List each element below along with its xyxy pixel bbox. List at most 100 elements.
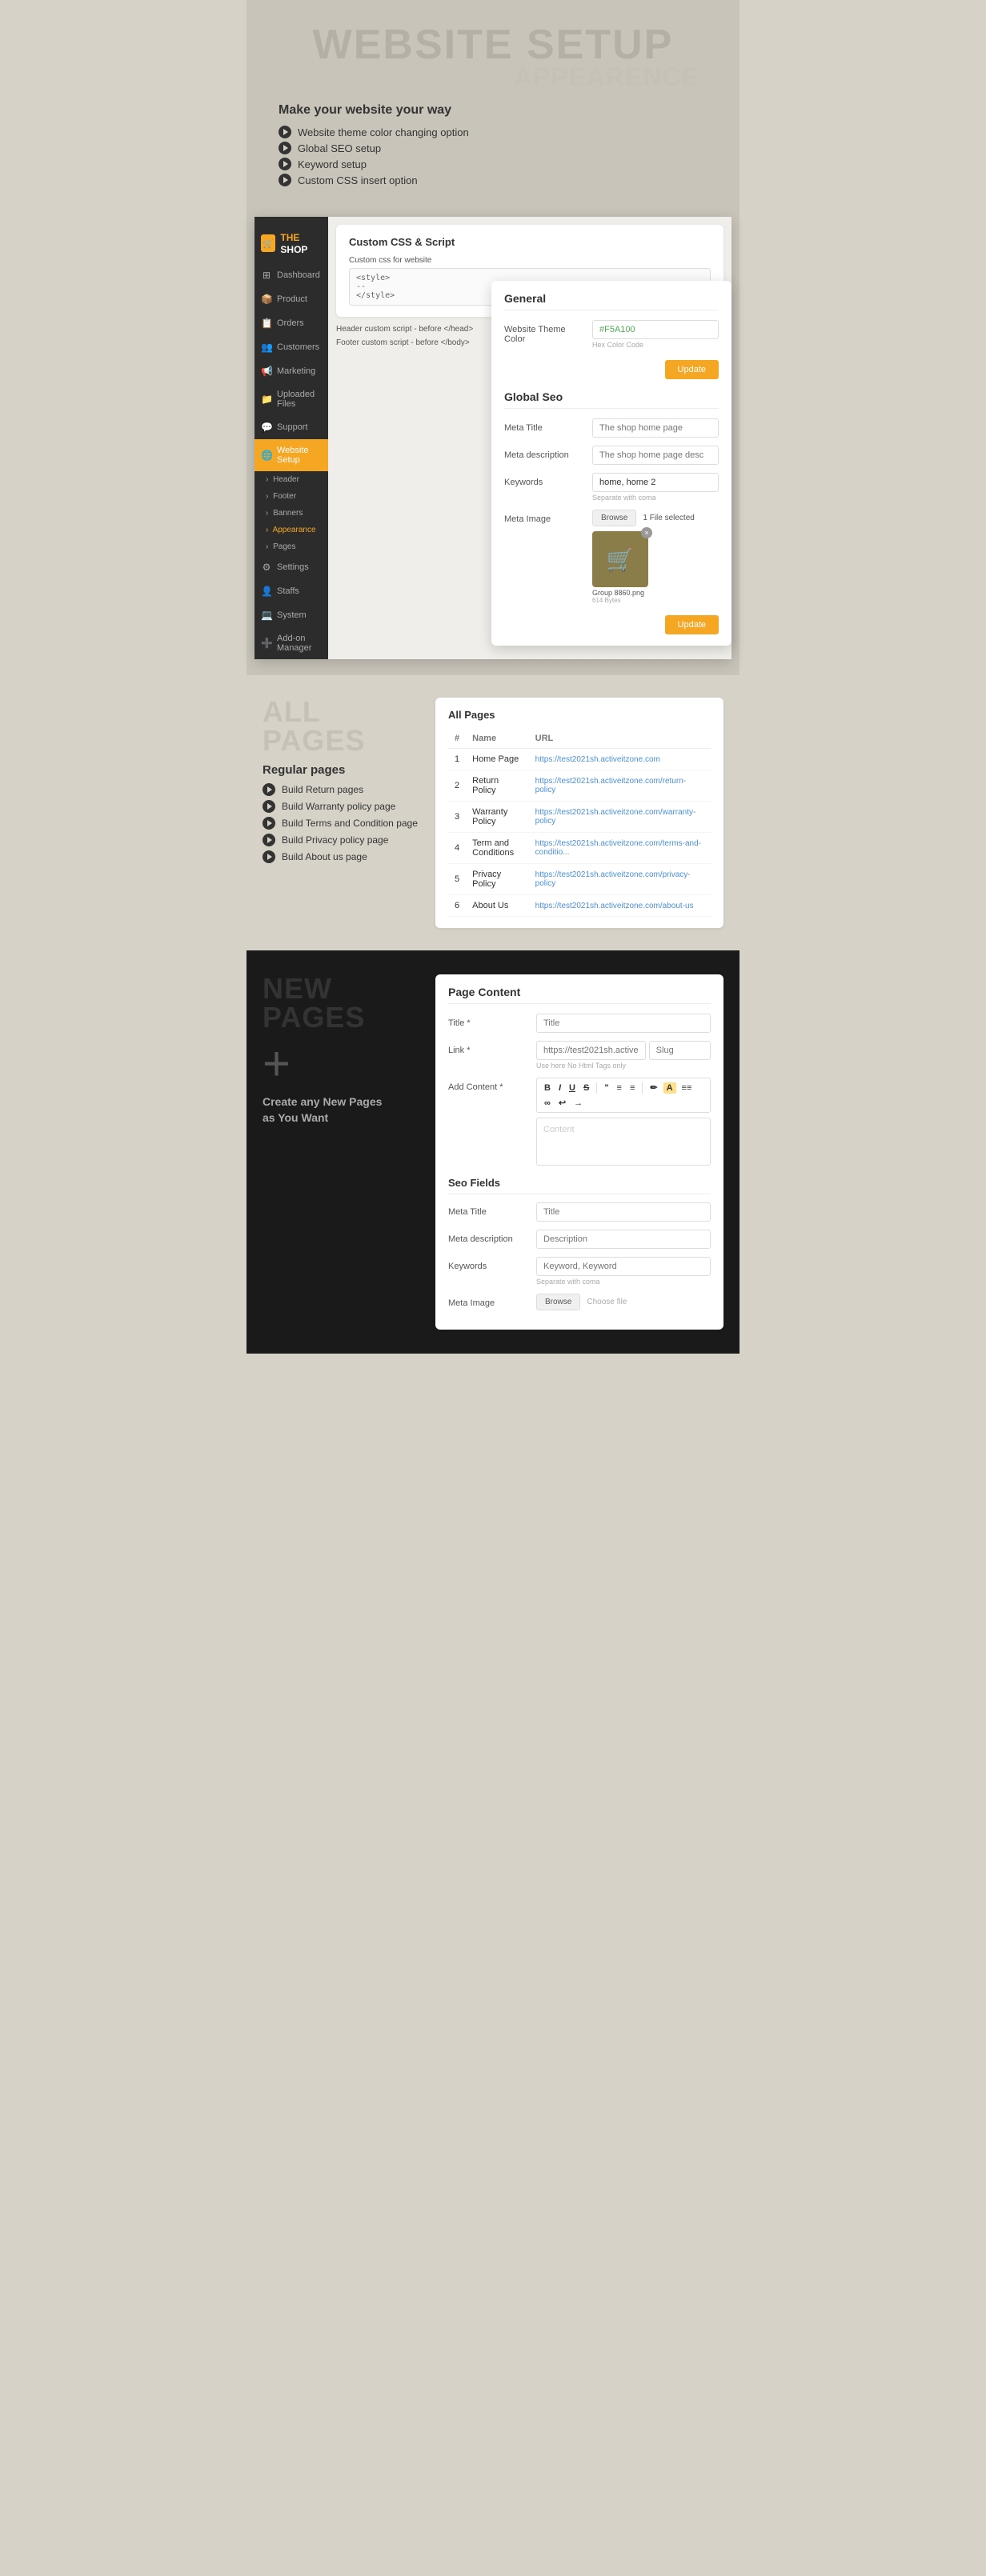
row-name: About Us <box>466 895 529 917</box>
title-label: Title * <box>448 1014 528 1028</box>
seo-meta-desc-input[interactable] <box>536 1230 711 1249</box>
seo-meta-desc-row: Meta description <box>448 1230 711 1249</box>
meta-title-label: Meta Title <box>504 418 584 433</box>
sidebar-sub-appearance[interactable]: › Appearance <box>255 522 328 538</box>
page-item-text: Build Terms and Condition page <box>282 818 418 829</box>
sidebar-sub-header[interactable]: › Header <box>255 471 328 488</box>
seo-browse-button[interactable]: Browse <box>536 1294 580 1310</box>
sidebar-item-system[interactable]: 💻 System <box>255 603 328 627</box>
sidebar-sub-footer[interactable]: › Footer <box>255 488 328 505</box>
browse-row: Browse 1 File selected <box>592 510 719 526</box>
row-url[interactable]: https://test2021sh.activeitzone.com/priv… <box>529 864 711 895</box>
quote-button[interactable]: " <box>602 1082 611 1094</box>
link-url-input[interactable] <box>536 1041 646 1060</box>
main-title: WEBSITE SETUP <box>263 24 723 66</box>
sidebar-item-marketing[interactable]: 📢 Marketing <box>255 359 328 383</box>
bold-button[interactable]: B <box>542 1082 553 1094</box>
image-preview: 🛒 × <box>592 531 648 587</box>
sidebar-item-website-setup[interactable]: 🌐 Website Setup <box>255 439 328 471</box>
list-button[interactable]: ≡ <box>615 1082 624 1094</box>
keywords-input[interactable] <box>592 473 719 492</box>
align-button[interactable]: ≡≡ <box>679 1082 695 1094</box>
arrow-icon: › <box>266 492 268 501</box>
browse-button[interactable]: Browse <box>592 510 636 526</box>
seo-image-label: Meta Image <box>448 1294 528 1308</box>
sidebar-item-addon[interactable]: ➕ Add-on Manager <box>255 627 328 659</box>
row-url[interactable]: https://test2021sh.activeitzone.com/abou… <box>529 895 711 917</box>
new-pages-desc-line1: Create any New Pages <box>263 1095 382 1108</box>
row-url[interactable]: https://test2021sh.activeitzone.com/term… <box>529 833 711 864</box>
sidebar-item-label: Support <box>277 422 308 432</box>
editor-separator <box>642 1082 643 1094</box>
page-title-input[interactable] <box>536 1014 711 1033</box>
feature-text: Website theme color changing option <box>298 126 469 138</box>
sidebar: 🛒 THE SHOP ⊞ Dashboard 📦 Product 📋 Order… <box>255 217 328 659</box>
sidebar-item-label: Uploaded Files <box>277 390 322 409</box>
sidebar-item-staffs[interactable]: 👤 Staffs <box>255 579 328 603</box>
seo-choose-text: Choose file <box>587 1298 627 1306</box>
page-content-card: Page Content Title * Link * Use here No … <box>435 974 723 1330</box>
admin-section: 🛒 THE SHOP ⊞ Dashboard 📦 Product 📋 Order… <box>246 217 740 675</box>
sidebar-item-dashboard[interactable]: ⊞ Dashboard <box>255 263 328 287</box>
underline-button[interactable]: U <box>567 1082 578 1094</box>
sidebar-item-orders[interactable]: 📋 Orders <box>255 311 328 335</box>
link-field: Use here No Html Tags only <box>536 1041 711 1070</box>
sidebar-sub-label: Pages <box>273 542 295 551</box>
sidebar-sub-pages[interactable]: › Pages <box>255 538 328 555</box>
file-selected-text: 1 File selected <box>643 514 694 522</box>
sidebar-item-support[interactable]: 💬 Support <box>255 415 328 439</box>
seo-meta-title-input[interactable] <box>536 1202 711 1222</box>
sidebar-sub-label: Header <box>273 475 299 484</box>
row-url[interactable]: https://test2021sh.activeitzone.com <box>529 749 711 770</box>
settings-icon: ⚙ <box>261 562 272 573</box>
feature-item: Website theme color changing option <box>279 126 723 138</box>
css-card-title: Custom CSS & Script <box>349 236 711 248</box>
sidebar-item-uploaded-files[interactable]: 📁 Uploaded Files <box>255 383 328 415</box>
row-url[interactable]: https://test2021sh.activeitzone.com/retu… <box>529 770 711 802</box>
theme-color-input[interactable] <box>592 320 719 339</box>
website-icon: 🌐 <box>261 450 272 461</box>
edit-button[interactable]: ✏ <box>647 1082 659 1094</box>
new-pages-right: Page Content Title * Link * Use here No … <box>435 974 723 1330</box>
general-update-button[interactable]: Update <box>665 360 719 379</box>
seo-update-button[interactable]: Update <box>665 615 719 634</box>
cart-icon: 🛒 <box>607 546 635 573</box>
content-editor[interactable]: Content <box>536 1118 711 1166</box>
italic-button[interactable]: I <box>556 1082 563 1094</box>
logo-shop: SHOP <box>280 244 307 255</box>
keywords-field: Separate with coma <box>592 473 719 502</box>
row-num: 3 <box>448 802 466 833</box>
undo-button[interactable]: ↩ <box>556 1097 568 1109</box>
row-num: 2 <box>448 770 466 802</box>
list-item: Build About us page <box>263 850 423 863</box>
link-input-row <box>536 1041 711 1060</box>
meta-title-input[interactable] <box>592 418 719 438</box>
redo-button[interactable]: → <box>571 1098 585 1109</box>
meta-desc-input[interactable] <box>592 446 719 465</box>
seo-browse-row: Browse Choose file <box>536 1294 711 1310</box>
sidebar-item-customers[interactable]: 👥 Customers <box>255 335 328 359</box>
list-item: Build Return pages <box>263 783 423 796</box>
keywords-label: Keywords <box>504 473 584 487</box>
pages-list: Build Return pages Build Warranty policy… <box>263 783 423 863</box>
link-editor-button[interactable]: ∞ <box>542 1098 553 1109</box>
slug-input[interactable] <box>649 1041 711 1060</box>
strikethrough-button[interactable]: S <box>581 1082 591 1094</box>
sidebar-item-product[interactable]: 📦 Product <box>255 287 328 311</box>
sidebar-item-settings[interactable]: ⚙ Settings <box>255 555 328 579</box>
close-image-button[interactable]: × <box>641 527 652 538</box>
row-url[interactable]: https://test2021sh.activeitzone.com/warr… <box>529 802 711 833</box>
staffs-icon: 👤 <box>261 586 272 597</box>
ordered-list-button[interactable]: ≡ <box>627 1082 637 1094</box>
highlight-button[interactable]: A <box>663 1082 676 1094</box>
dashboard-icon: ⊞ <box>261 270 272 281</box>
theme-color-label: Website Theme Color <box>504 320 584 344</box>
seo-update-btn-row: Update <box>504 612 719 634</box>
table-row: 5 Privacy Policy https://test2021sh.acti… <box>448 864 711 895</box>
all-pages-title: ALL PAGES <box>263 698 423 755</box>
color-hint: Hex Color Code <box>592 341 719 349</box>
sidebar-item-label: Dashboard <box>277 270 320 280</box>
feature-text: Global SEO setup <box>298 142 381 154</box>
seo-keywords-input[interactable] <box>536 1257 711 1276</box>
sidebar-sub-banners[interactable]: › Banners <box>255 505 328 522</box>
